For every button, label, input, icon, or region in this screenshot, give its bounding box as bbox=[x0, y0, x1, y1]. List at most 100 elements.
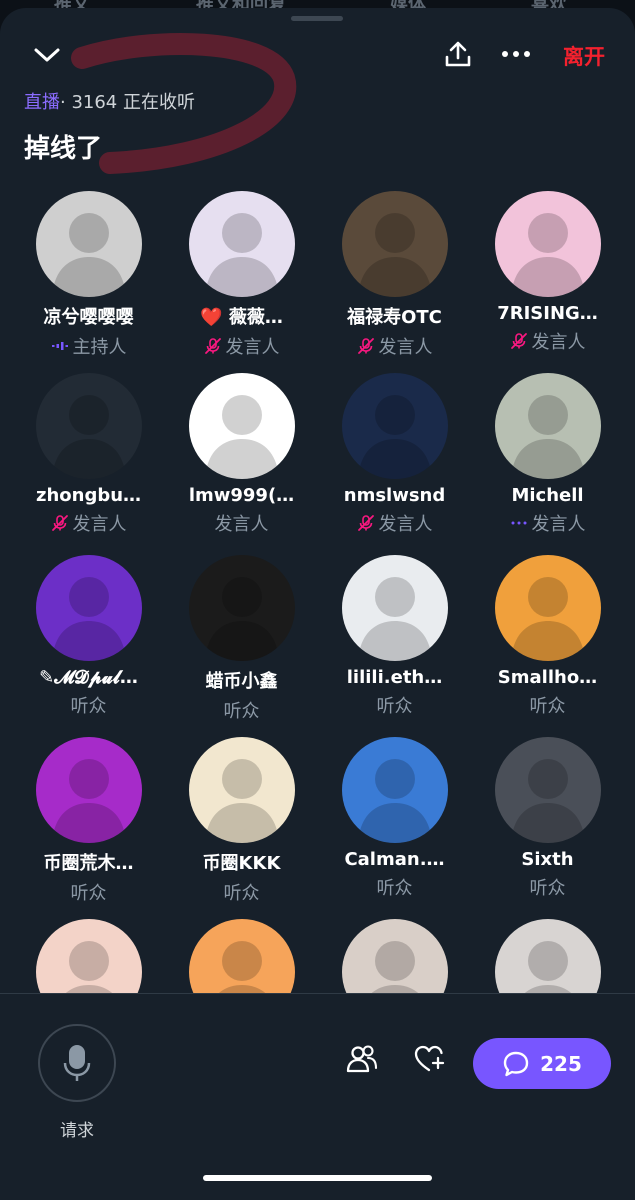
avatar[interactable] bbox=[35, 373, 142, 479]
participant-role-label: 听众 bbox=[70, 696, 107, 717]
avatar[interactable] bbox=[494, 555, 601, 661]
avatar[interactable] bbox=[341, 737, 448, 843]
participant-role: 发言人 bbox=[318, 333, 471, 359]
avatar[interactable] bbox=[341, 373, 448, 479]
avatar[interactable] bbox=[494, 737, 601, 843]
participant-card[interactable]: lilili.eth… 听众 bbox=[318, 555, 471, 718]
avatar[interactable] bbox=[188, 555, 295, 661]
live-label: 直播 bbox=[24, 92, 60, 113]
participant-role-label: 发言人 bbox=[531, 514, 586, 535]
participant-card[interactable]: 币圈荒木… 听众 bbox=[12, 737, 165, 905]
avatar[interactable] bbox=[35, 555, 142, 661]
participant-card[interactable]: 福禄寿OTC 发言人 bbox=[318, 191, 471, 359]
participant-card[interactable]: lmw999(… 发言人 bbox=[165, 373, 318, 536]
participant-name: Calman.… bbox=[344, 849, 445, 870]
participant-role: 听众 bbox=[165, 697, 318, 723]
participant-card[interactable]: 币圈KKK 听众 bbox=[165, 737, 318, 905]
participant-role: 发言人 bbox=[318, 510, 471, 536]
bottom-bar: 请求 225 bbox=[0, 993, 635, 1200]
participant-role-label: 发言人 bbox=[72, 514, 127, 535]
participant-role-label: 听众 bbox=[529, 696, 566, 717]
mic-muted-icon bbox=[204, 337, 222, 355]
participant-name: 蜡币小鑫 bbox=[205, 671, 278, 692]
participant-card[interactable]: nmslwsnd 发言人 bbox=[318, 373, 471, 536]
participant-role-label: 主持人 bbox=[72, 337, 127, 358]
participant-role-label: 听众 bbox=[70, 883, 107, 904]
mic-muted-icon bbox=[357, 514, 375, 532]
participant-role-label: 发言人 bbox=[214, 514, 269, 535]
participant-card[interactable]: ❤️ 薇薇… 发言人 bbox=[165, 191, 318, 359]
participant-role-label: 发言人 bbox=[378, 337, 433, 358]
avatar[interactable] bbox=[188, 373, 295, 479]
comments-count: 225 bbox=[540, 1051, 582, 1076]
avatar[interactable] bbox=[341, 555, 448, 661]
participant-card[interactable]: Sixth 听众 bbox=[471, 737, 624, 900]
participant-card[interactable]: Michell 发言人 bbox=[471, 373, 624, 536]
participant-role-label: 听众 bbox=[223, 701, 260, 722]
participant-role: 发言人 bbox=[471, 328, 624, 354]
more-button[interactable] bbox=[498, 36, 534, 72]
avatar[interactable] bbox=[494, 191, 601, 297]
participant-name: 福禄寿OTC bbox=[347, 307, 442, 328]
participant-role-label: 听众 bbox=[376, 696, 413, 717]
participant-role: 发言人 bbox=[12, 510, 165, 536]
people-icon bbox=[346, 1045, 378, 1073]
participant-card[interactable]: 蜡币小鑫 听众 bbox=[165, 555, 318, 723]
participant-name: 凉兮嘤嘤嘤 bbox=[43, 307, 134, 328]
avatar[interactable] bbox=[188, 737, 295, 843]
participant-role: 听众 bbox=[165, 879, 318, 905]
more-icon bbox=[502, 51, 530, 57]
participant-card[interactable]: 凉兮嘤嘤嘤主持人 bbox=[12, 191, 165, 359]
participant-card[interactable]: 7RISING… 发言人 bbox=[471, 191, 624, 354]
speaking-bars-icon bbox=[51, 337, 69, 355]
participant-name: lmw999(… bbox=[188, 485, 295, 506]
heart-plus-icon bbox=[414, 1045, 445, 1072]
participant-role: 主持人 bbox=[12, 333, 165, 359]
collapse-button[interactable] bbox=[30, 38, 64, 72]
participant-card[interactable]: zhongbu… 发言人 bbox=[12, 373, 165, 536]
participant-name: 币圈KKK bbox=[202, 853, 281, 874]
participant-name: ❤️ 薇薇… bbox=[200, 307, 283, 328]
mic-muted-icon bbox=[357, 337, 375, 355]
react-button[interactable] bbox=[414, 1044, 446, 1078]
home-indicator[interactable] bbox=[203, 1175, 432, 1181]
participant-role: 听众 bbox=[471, 874, 624, 900]
idle-dots-icon bbox=[510, 514, 528, 532]
participant-name: zhongbu… bbox=[35, 485, 142, 506]
participant-role-label: 发言人 bbox=[531, 332, 586, 353]
marker-scribble bbox=[71, 33, 297, 174]
avatar[interactable] bbox=[35, 191, 142, 297]
participant-card[interactable]: Smallho… 听众 bbox=[471, 555, 624, 718]
participant-role: 听众 bbox=[318, 874, 471, 900]
share-button[interactable] bbox=[440, 36, 476, 72]
participant-name: Smallho… bbox=[497, 667, 598, 688]
people-button[interactable] bbox=[346, 1044, 378, 1078]
participant-name: lilili.eth… bbox=[346, 667, 443, 688]
participant-name: ✎𝓜𝓓𝓹𝓾𝓵… bbox=[39, 667, 138, 688]
avatar[interactable] bbox=[494, 373, 601, 479]
participant-role: 发言人 bbox=[165, 510, 318, 536]
comment-bubble-icon bbox=[503, 1051, 529, 1076]
participant-role-label: 发言人 bbox=[225, 337, 280, 358]
request-button[interactable] bbox=[38, 1024, 116, 1102]
participant-role: 听众 bbox=[318, 692, 471, 718]
comments-button[interactable]: 225 bbox=[473, 1038, 611, 1089]
participant-role-label: 听众 bbox=[529, 878, 566, 899]
microphone-icon bbox=[63, 1045, 91, 1081]
participant-role-label: 听众 bbox=[223, 883, 260, 904]
mic-muted-icon bbox=[510, 332, 528, 350]
participant-name: nmslwsnd bbox=[343, 485, 446, 506]
participant-name: Michell bbox=[511, 485, 584, 506]
leave-button[interactable]: 离开 bbox=[563, 41, 605, 71]
participant-role-label: 发言人 bbox=[378, 514, 433, 535]
participant-role: 听众 bbox=[12, 879, 165, 905]
share-icon bbox=[445, 41, 471, 67]
participant-card[interactable]: Calman.… 听众 bbox=[318, 737, 471, 900]
avatar[interactable] bbox=[188, 191, 295, 297]
participant-role: 听众 bbox=[12, 692, 165, 718]
participant-role: 发言人 bbox=[471, 510, 624, 536]
participant-card[interactable]: ✎𝓜𝓓𝓹𝓾𝓵… 听众 bbox=[12, 555, 165, 718]
avatar[interactable] bbox=[35, 737, 142, 843]
avatar[interactable] bbox=[341, 191, 448, 297]
sheet-grabber[interactable] bbox=[291, 16, 343, 21]
